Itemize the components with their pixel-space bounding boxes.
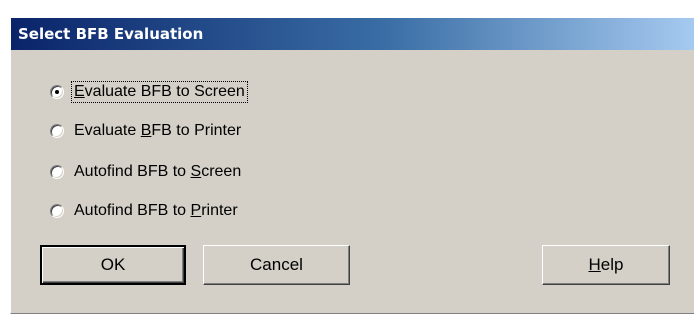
radio-autofind-bfb-to-screen[interactable]: Autofind BFB to Screen [50,160,243,184]
title-bar[interactable]: Select BFB Evaluation [11,18,694,50]
radio-evaluate-bfb-to-printer[interactable]: Evaluate BFB to Printer [50,119,243,143]
radio-label[interactable]: Autofind BFB to Printer [72,201,240,221]
radio-evaluate-bfb-to-screen[interactable]: Evaluate BFB to Screen [50,80,248,104]
dialog-title: Select BFB Evaluation [18,25,204,43]
radio-label[interactable]: Autofind BFB to Screen [72,162,243,182]
select-bfb-evaluation-dialog: Select BFB Evaluation Evaluate BFB to Sc… [10,17,694,314]
radio-button[interactable] [50,85,64,99]
cancel-button[interactable]: Cancel [203,245,350,285]
radio-autofind-bfb-to-printer[interactable]: Autofind BFB to Printer [50,199,240,223]
radio-selected-dot [55,90,59,94]
help-button[interactable]: Help [542,245,670,285]
ok-button[interactable]: OK [40,245,186,285]
radio-button[interactable] [50,204,64,218]
radio-button[interactable] [50,165,64,179]
radio-button[interactable] [50,124,64,138]
radio-label[interactable]: Evaluate BFB to Screen [71,81,248,103]
radio-label[interactable]: Evaluate BFB to Printer [72,121,243,141]
